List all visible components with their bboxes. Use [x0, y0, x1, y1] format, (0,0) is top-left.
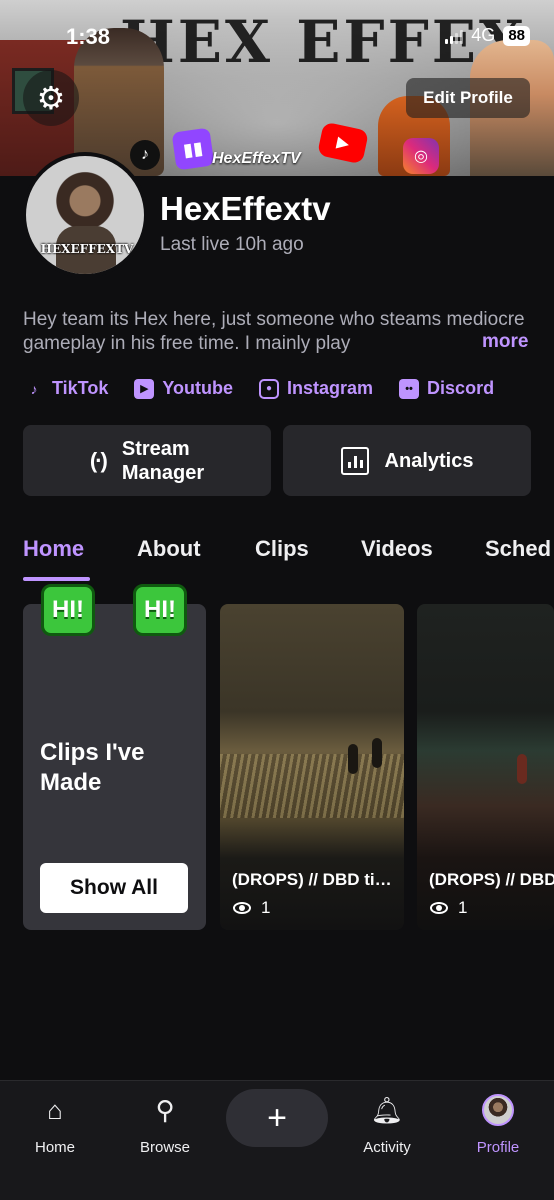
network-type: 4G — [471, 25, 496, 45]
active-tab-indicator — [23, 577, 90, 581]
tiktok-icon: ♪ — [30, 380, 38, 397]
stream-manager-label-line2: Manager — [121, 461, 205, 484]
social-link-discord[interactable]: •• Discord — [399, 378, 494, 399]
status-indicators: 4G 88 — [445, 25, 530, 46]
search-icon: ⚲ — [155, 1094, 175, 1125]
social-link-label: TikTok — [52, 378, 109, 398]
clip-view-count: 1 — [458, 898, 468, 917]
plus-icon: + — [267, 1098, 287, 1137]
settings-button[interactable]: ⚙ — [23, 70, 79, 126]
discord-icon: •• — [399, 378, 420, 399]
nav-profile-label: Profile — [476, 1139, 520, 1156]
nav-browse-label: Browse — [139, 1139, 191, 1156]
banner-instagram-icon: ◎ — [403, 138, 439, 174]
banner-channel-handle: HexEffexTV — [212, 150, 301, 167]
clip-card[interactable]: (DROPS) // DBD tiers 1 — [220, 604, 404, 930]
nav-profile[interactable]: Profile — [453, 1093, 543, 1156]
tab-clips[interactable]: Clips — [255, 536, 309, 562]
avatar-tag: HEXEFFEXTV — [40, 242, 134, 256]
eye-icon — [233, 902, 251, 914]
social-link-label: Youtube — [162, 378, 234, 398]
show-all-button[interactable]: Show All — [40, 863, 188, 913]
social-link-youtube[interactable]: ▶ Youtube — [134, 378, 233, 399]
social-links: ♪ TikTok ▶ Youtube ● Instagram •• Discor… — [24, 378, 494, 399]
stream-manager-label-line1: Stream — [121, 437, 190, 460]
nav-home[interactable]: ⌂ Home — [10, 1093, 100, 1157]
social-link-label: Instagram — [287, 378, 374, 398]
clip-thumbnail-figure — [348, 744, 358, 774]
status-time: 1:38 — [66, 24, 111, 49]
tab-videos[interactable]: Videos — [361, 536, 433, 562]
display-name: HexEffextv — [160, 190, 331, 227]
profile-avatar[interactable]: HEXEFFEXTV — [22, 152, 148, 278]
analytics-label: Analytics — [384, 449, 474, 472]
clip-thumbnail-figure — [517, 754, 527, 784]
home-icon: ⌂ — [47, 1094, 63, 1125]
analytics-icon — [340, 446, 369, 475]
banner-twitch-icon: ▮▮ — [171, 127, 215, 171]
create-button[interactable]: + — [226, 1089, 328, 1147]
analytics-button[interactable]: Analytics — [283, 425, 531, 496]
instagram-icon: ● — [259, 378, 280, 399]
bottom-navigation: ⌂ Home ⚲ Browse + 🔔︎ Activity Profile — [0, 1080, 554, 1200]
profile-bio: Hey team its Hex here, just someone who … — [23, 309, 525, 354]
tab-schedule[interactable]: Sched — [485, 536, 551, 562]
nav-profile-icon-wrap — [453, 1093, 543, 1127]
clip-view-count: 1 — [261, 898, 271, 917]
gear-icon: ⚙ — [36, 80, 66, 116]
clip-thumbnail-figure — [372, 738, 382, 768]
youtube-icon: ▶ — [134, 378, 155, 399]
clips-card-title-line1: Clips I've — [40, 739, 145, 766]
stream-manager-label: Stream Manager — [122, 437, 204, 485]
social-link-instagram[interactable]: ● Instagram — [259, 378, 373, 399]
clips-card-title-line2: Made — [40, 769, 102, 796]
tab-home[interactable]: Home — [23, 536, 84, 562]
bell-icon: 🔔︎ — [370, 1094, 404, 1125]
banner-tiktok-icon: ♪ — [130, 140, 160, 170]
profile-tabs: Home About Clips Videos Sched — [0, 536, 554, 582]
broadcast-icon: (·) — [89, 447, 108, 473]
nav-activity-label: Activity — [363, 1139, 411, 1156]
social-link-label: Discord — [427, 378, 495, 398]
stream-manager-button[interactable]: (·) Stream Manager — [23, 425, 271, 496]
hi-emote-left: HI! — [41, 584, 95, 636]
clip-card[interactable]: (DROPS) // DBD 1 — [417, 604, 554, 930]
clip-views: 1 — [233, 898, 270, 918]
tab-about[interactable]: About — [137, 536, 201, 562]
clip-title: (DROPS) // DBD tiers — [232, 870, 394, 889]
edit-profile-button[interactable]: Edit Profile — [406, 78, 530, 118]
battery-level: 88 — [503, 25, 530, 46]
clips-made-card[interactable]: Clips I've Made Show All — [23, 604, 206, 930]
nav-browse[interactable]: ⚲ Browse — [120, 1093, 210, 1157]
clip-title: (DROPS) // DBD — [429, 870, 554, 889]
nav-home-label: Home — [34, 1139, 75, 1156]
clips-card-title: Clips I've Made — [40, 738, 144, 798]
hi-emote-right: HI! — [133, 584, 187, 636]
signal-icon — [445, 28, 464, 44]
social-link-tiktok[interactable]: ♪ TikTok — [24, 378, 109, 399]
last-live-text: Last live 10h ago — [160, 234, 304, 255]
bio-more-link[interactable]: more — [474, 331, 529, 353]
profile-avatar-icon — [482, 1094, 514, 1126]
eye-icon — [430, 902, 448, 914]
nav-activity[interactable]: 🔔︎ Activity — [342, 1093, 432, 1157]
clip-views: 1 — [430, 898, 467, 918]
